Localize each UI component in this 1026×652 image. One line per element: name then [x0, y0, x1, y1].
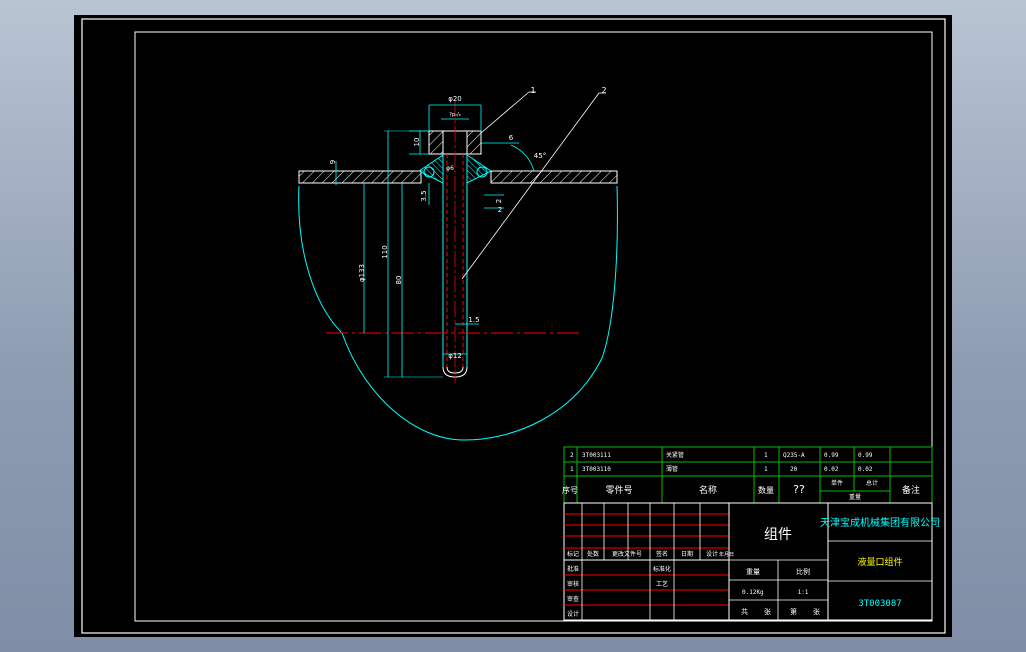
cad-drawing: φ20 ?p₇/₆ 10 6 45° 9 3.5 φ6 2 2 φ133 110… — [81, 18, 946, 634]
top-plate-left — [298, 170, 422, 184]
drawing-viewport[interactable]: φ20 ?p₇/₆ 10 6 45° 9 3.5 φ6 2 2 φ133 110… — [74, 15, 952, 637]
weight-label: 重量 — [746, 568, 760, 576]
dim-10: 10 — [413, 138, 421, 147]
dim-phi20: φ20 — [448, 95, 462, 103]
header-weight: 重量 — [849, 493, 861, 501]
parts-row-1-idx: 1 — [570, 466, 574, 473]
leader-2 — [461, 92, 600, 280]
parts-row-1-qty: 1 — [764, 466, 768, 473]
parts-row-2-w1: 0.99 — [824, 452, 839, 459]
signoff-design: 设计 — [567, 610, 579, 618]
header-total: 总计 — [866, 479, 878, 487]
parts-row-2-idx: 2 — [570, 452, 574, 459]
sheet-unit-label: 张 — [764, 607, 771, 616]
dim-45deg: 45° — [534, 152, 546, 160]
page-unit-label: 张 — [813, 607, 820, 616]
parts-row-2-qty: 1 — [764, 452, 768, 459]
dim-1-5: 1.5 — [468, 316, 479, 324]
parts-row-2-w2: 0.99 — [858, 452, 873, 459]
dim-top-fit: ?p₇/₆ — [449, 112, 461, 118]
weight-value: 0.12Kg — [742, 589, 764, 596]
dim-2a: 2 — [495, 199, 503, 203]
signoff-approve: 批准 — [567, 565, 579, 573]
inner-frame — [134, 31, 933, 622]
nozzle-flange-right — [466, 130, 482, 155]
parts-row-1-code: 3T003110 — [582, 466, 611, 473]
parts-row-1-w1: 0.02 — [824, 466, 839, 473]
company-name: 天津宝成机械集团有限公司 — [820, 516, 940, 529]
std-label: 标准化 — [653, 565, 671, 573]
signoff-check: 审查 — [567, 595, 579, 603]
header-note: 备注 — [902, 484, 920, 496]
assembly-label: 组件 — [764, 527, 792, 543]
dim-small-fit: φ6 — [446, 165, 454, 172]
weld-right — [466, 154, 492, 184]
header-qty: 数量 — [758, 485, 774, 495]
parts-row-1-name: 薄管 — [666, 465, 678, 473]
balloon-2: 2 — [601, 86, 606, 95]
rev-h-date: 日期 — [681, 550, 693, 558]
outer-frame — [81, 18, 946, 634]
dim-2b: 2 — [498, 206, 502, 214]
header-seq: 序号 — [562, 485, 578, 495]
rev-h-count: 处数 — [587, 550, 599, 558]
leader-1 — [480, 91, 530, 134]
sheets-label: 共 — [741, 607, 748, 616]
parts-row-1-material: 20 — [790, 466, 798, 473]
parts-row-2-material: Q235-A — [783, 452, 805, 459]
drawing-name: 液量口组件 — [857, 556, 902, 568]
rev-h-docno: 更改文件号 — [612, 550, 642, 558]
parts-row-2-name: 关紧管 — [666, 451, 684, 459]
title-block: 2 3T003111 关紧管 1 Q235-A 0.99 0.99 1 3T00… — [562, 446, 940, 621]
dim-9: 9 — [329, 160, 337, 164]
weld-left — [418, 154, 444, 184]
header-material: ?? — [793, 483, 805, 496]
parts-row-2-code: 3T003111 — [582, 452, 611, 459]
signoff-review: 审核 — [567, 580, 579, 588]
top-plate-right — [490, 170, 618, 184]
tank-outline — [298, 185, 618, 441]
process-label: 工艺 — [656, 580, 668, 588]
header-single: 单件 — [831, 479, 843, 487]
dim-6: 6 — [509, 134, 514, 142]
header-code: 零件号 — [605, 484, 632, 496]
dim-110: 110 — [381, 245, 389, 258]
scale-label: 比例 — [796, 567, 810, 576]
page-label: 第 — [790, 607, 797, 616]
rev-h-sign: 签名 — [656, 550, 668, 558]
rev-h-mark: 标记 — [567, 550, 579, 558]
scale-value: 1:1 — [798, 589, 809, 596]
dim-80: 80 — [395, 276, 403, 285]
dim-phi133: φ133 — [358, 264, 366, 282]
dim-3-5: 3.5 — [420, 190, 428, 201]
balloon-1: 1 — [530, 86, 535, 95]
drawing-number: 3T003087 — [858, 599, 901, 609]
dim-phi12: φ12 — [448, 352, 462, 360]
parts-row-1-w2: 0.02 — [858, 466, 873, 473]
header-name: 名称 — [699, 484, 717, 496]
nozzle-flange-left — [428, 130, 444, 155]
rev-h-design: 设计 — [706, 550, 718, 558]
rev-h-ymd: 年月日 — [719, 551, 734, 558]
